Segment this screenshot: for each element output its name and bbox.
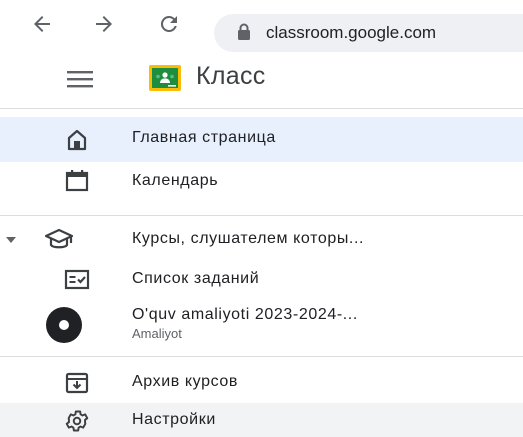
lock-icon — [238, 23, 250, 40]
url-text: classroom.google.com — [266, 23, 437, 42]
caret-down-icon[interactable] — [4, 234, 18, 246]
course-avatar — [46, 307, 82, 343]
address-bar[interactable]: classroom.google.com — [214, 14, 523, 52]
sidebar-item-todo[interactable]: Список заданий — [0, 260, 523, 300]
course-title: O'quv amaliyoti 2023-2024-... — [132, 306, 358, 323]
graduation-cap-icon — [44, 228, 74, 249]
sidebar-item-calendar[interactable]: Календарь — [0, 162, 523, 202]
reload-button[interactable] — [155, 10, 183, 38]
classroom-logo-icon[interactable] — [149, 65, 181, 91]
browser-toolbar: classroom.google.com — [0, 0, 523, 52]
archive-icon — [65, 372, 89, 394]
sidebar-item-label: Архив курсов — [132, 373, 238, 390]
course-section: Amaliyot — [132, 326, 182, 341]
sidebar-item-archive[interactable]: Архив курсов — [0, 363, 523, 403]
sidebar-item-label: Календарь — [132, 172, 219, 189]
divider — [0, 215, 523, 216]
sidebar-item-label: Главная страница — [132, 129, 276, 146]
hamburger-menu-icon[interactable] — [64, 64, 96, 94]
gear-icon — [65, 410, 89, 432]
back-button[interactable] — [28, 10, 56, 38]
header-divider — [0, 108, 523, 109]
back-arrow-icon — [34, 16, 50, 32]
forward-button[interactable] — [90, 10, 118, 38]
reload-icon — [160, 15, 177, 32]
sidebar-item-course[interactable]: O'quv amaliyoti 2023-2024-... Amaliyot — [0, 300, 523, 350]
sidebar-item-home[interactable]: Главная страница — [0, 117, 523, 162]
sidebar-item-label: Список заданий — [132, 270, 260, 287]
divider — [0, 356, 523, 357]
app-header: Класс — [0, 50, 523, 108]
calendar-icon — [65, 170, 89, 192]
task-list-icon — [64, 269, 90, 290]
app-title: Класс — [196, 62, 266, 90]
home-icon — [67, 129, 87, 151]
sidebar-item-label: Курсы, слушателем которы... — [132, 230, 365, 247]
sidebar-item-settings[interactable]: Настройки — [0, 403, 523, 437]
sidebar-item-label: Настройки — [132, 411, 216, 428]
sidebar-item-enrolled[interactable]: Курсы, слушателем которы... — [0, 220, 523, 260]
forward-arrow-icon — [96, 16, 112, 32]
